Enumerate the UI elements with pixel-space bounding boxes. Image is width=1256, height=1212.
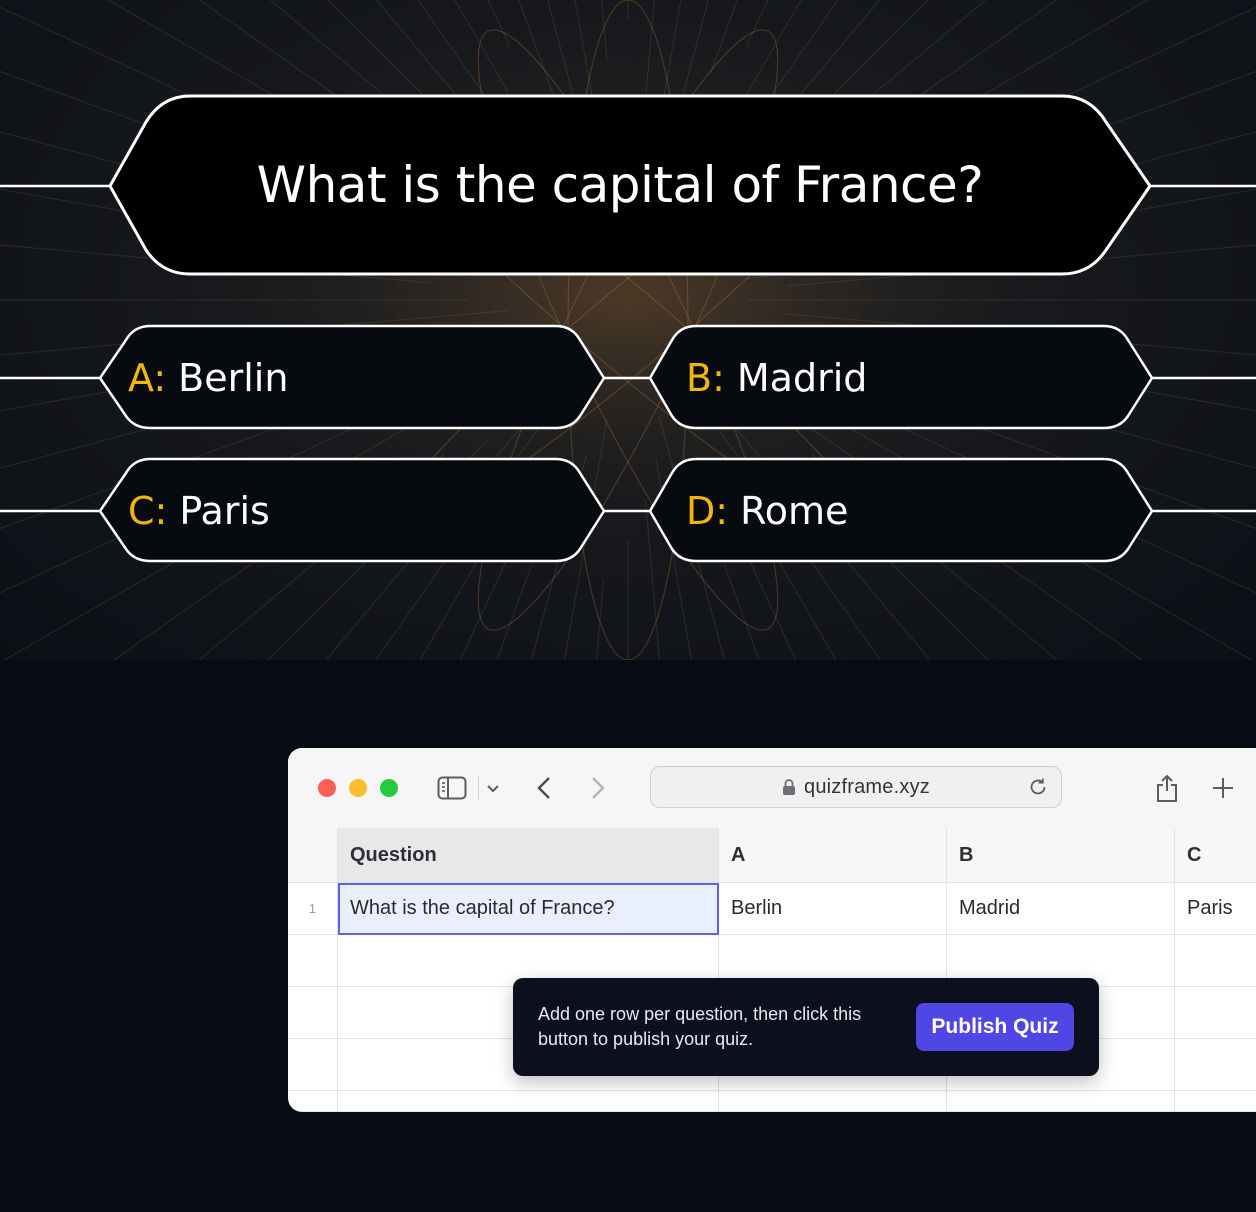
question-text: What is the capital of France? <box>256 156 984 214</box>
cell-a[interactable]: Berlin <box>719 883 947 935</box>
answer-a[interactable]: A: Berlin <box>128 328 288 428</box>
answer-b[interactable]: B: Madrid <box>686 328 867 428</box>
browser-toolbar: quizframe.xyz <box>288 748 1256 829</box>
page: What is the capital of France? A: Berlin… <box>0 0 1256 1212</box>
address-text: quizframe.xyz <box>804 775 930 798</box>
answer-c[interactable]: C: Paris <box>128 461 270 561</box>
empty-cell[interactable] <box>288 1091 338 1112</box>
empty-cell[interactable] <box>1175 1039 1256 1091</box>
empty-cell[interactable] <box>1175 987 1256 1039</box>
column-header-b[interactable]: B <box>947 828 1175 883</box>
reload-icon[interactable] <box>1027 776 1049 803</box>
browser-window: quizframe.xyz Question A B C 1 What is t… <box>288 748 1256 1112</box>
chevron-down-icon[interactable] <box>485 770 501 806</box>
quiz-stage: What is the capital of France? A: Berlin… <box>0 0 1256 660</box>
tooltip-message: Add one row per question, then click thi… <box>538 1004 862 1049</box>
spreadsheet: Question A B C 1 What is the capital of … <box>288 828 1256 1112</box>
back-icon[interactable] <box>534 770 554 806</box>
answer-letter: D: <box>686 489 729 533</box>
column-header-question[interactable]: Question <box>338 828 719 883</box>
empty-cell[interactable] <box>719 1091 947 1112</box>
close-dot[interactable] <box>318 779 336 797</box>
empty-cell[interactable] <box>288 935 338 987</box>
new-tab-icon[interactable] <box>1210 770 1236 806</box>
cell-question[interactable]: What is the capital of France? <box>338 883 719 935</box>
address-bar[interactable]: quizframe.xyz <box>650 766 1062 808</box>
column-header-a[interactable]: A <box>719 828 947 883</box>
answer-letter: A: <box>128 356 167 400</box>
publish-quiz-button[interactable]: Publish Quiz <box>916 1003 1074 1051</box>
empty-cell[interactable] <box>288 1039 338 1091</box>
empty-cell[interactable] <box>288 987 338 1039</box>
toolbar-divider <box>478 775 479 801</box>
share-icon[interactable] <box>1154 770 1180 806</box>
answer-text: Rome <box>740 489 849 533</box>
lock-icon <box>782 778 796 796</box>
minimize-dot[interactable] <box>349 779 367 797</box>
corner-cell <box>288 828 338 883</box>
sidebar-icon[interactable] <box>436 770 468 806</box>
column-header-c[interactable]: C <box>1175 828 1256 883</box>
answer-letter: B: <box>686 356 725 400</box>
answer-text: Berlin <box>178 356 289 400</box>
forward-icon[interactable] <box>588 770 608 806</box>
cell-c[interactable]: Paris <box>1175 883 1256 935</box>
zoom-dot[interactable] <box>380 779 398 797</box>
answer-text: Paris <box>179 489 270 533</box>
address-host: quizframe.xyz <box>651 767 1061 807</box>
empty-cell[interactable] <box>947 1091 1175 1112</box>
empty-cell[interactable] <box>1175 1091 1256 1112</box>
row-number: 1 <box>288 883 338 935</box>
answer-letter: C: <box>128 489 168 533</box>
answer-text: Madrid <box>736 356 868 400</box>
empty-cell[interactable] <box>1175 935 1256 987</box>
publish-tooltip: Add one row per question, then click thi… <box>513 978 1099 1076</box>
answer-d[interactable]: D: Rome <box>686 461 848 561</box>
cell-b[interactable]: Madrid <box>947 883 1175 935</box>
empty-cell[interactable] <box>338 1091 719 1112</box>
